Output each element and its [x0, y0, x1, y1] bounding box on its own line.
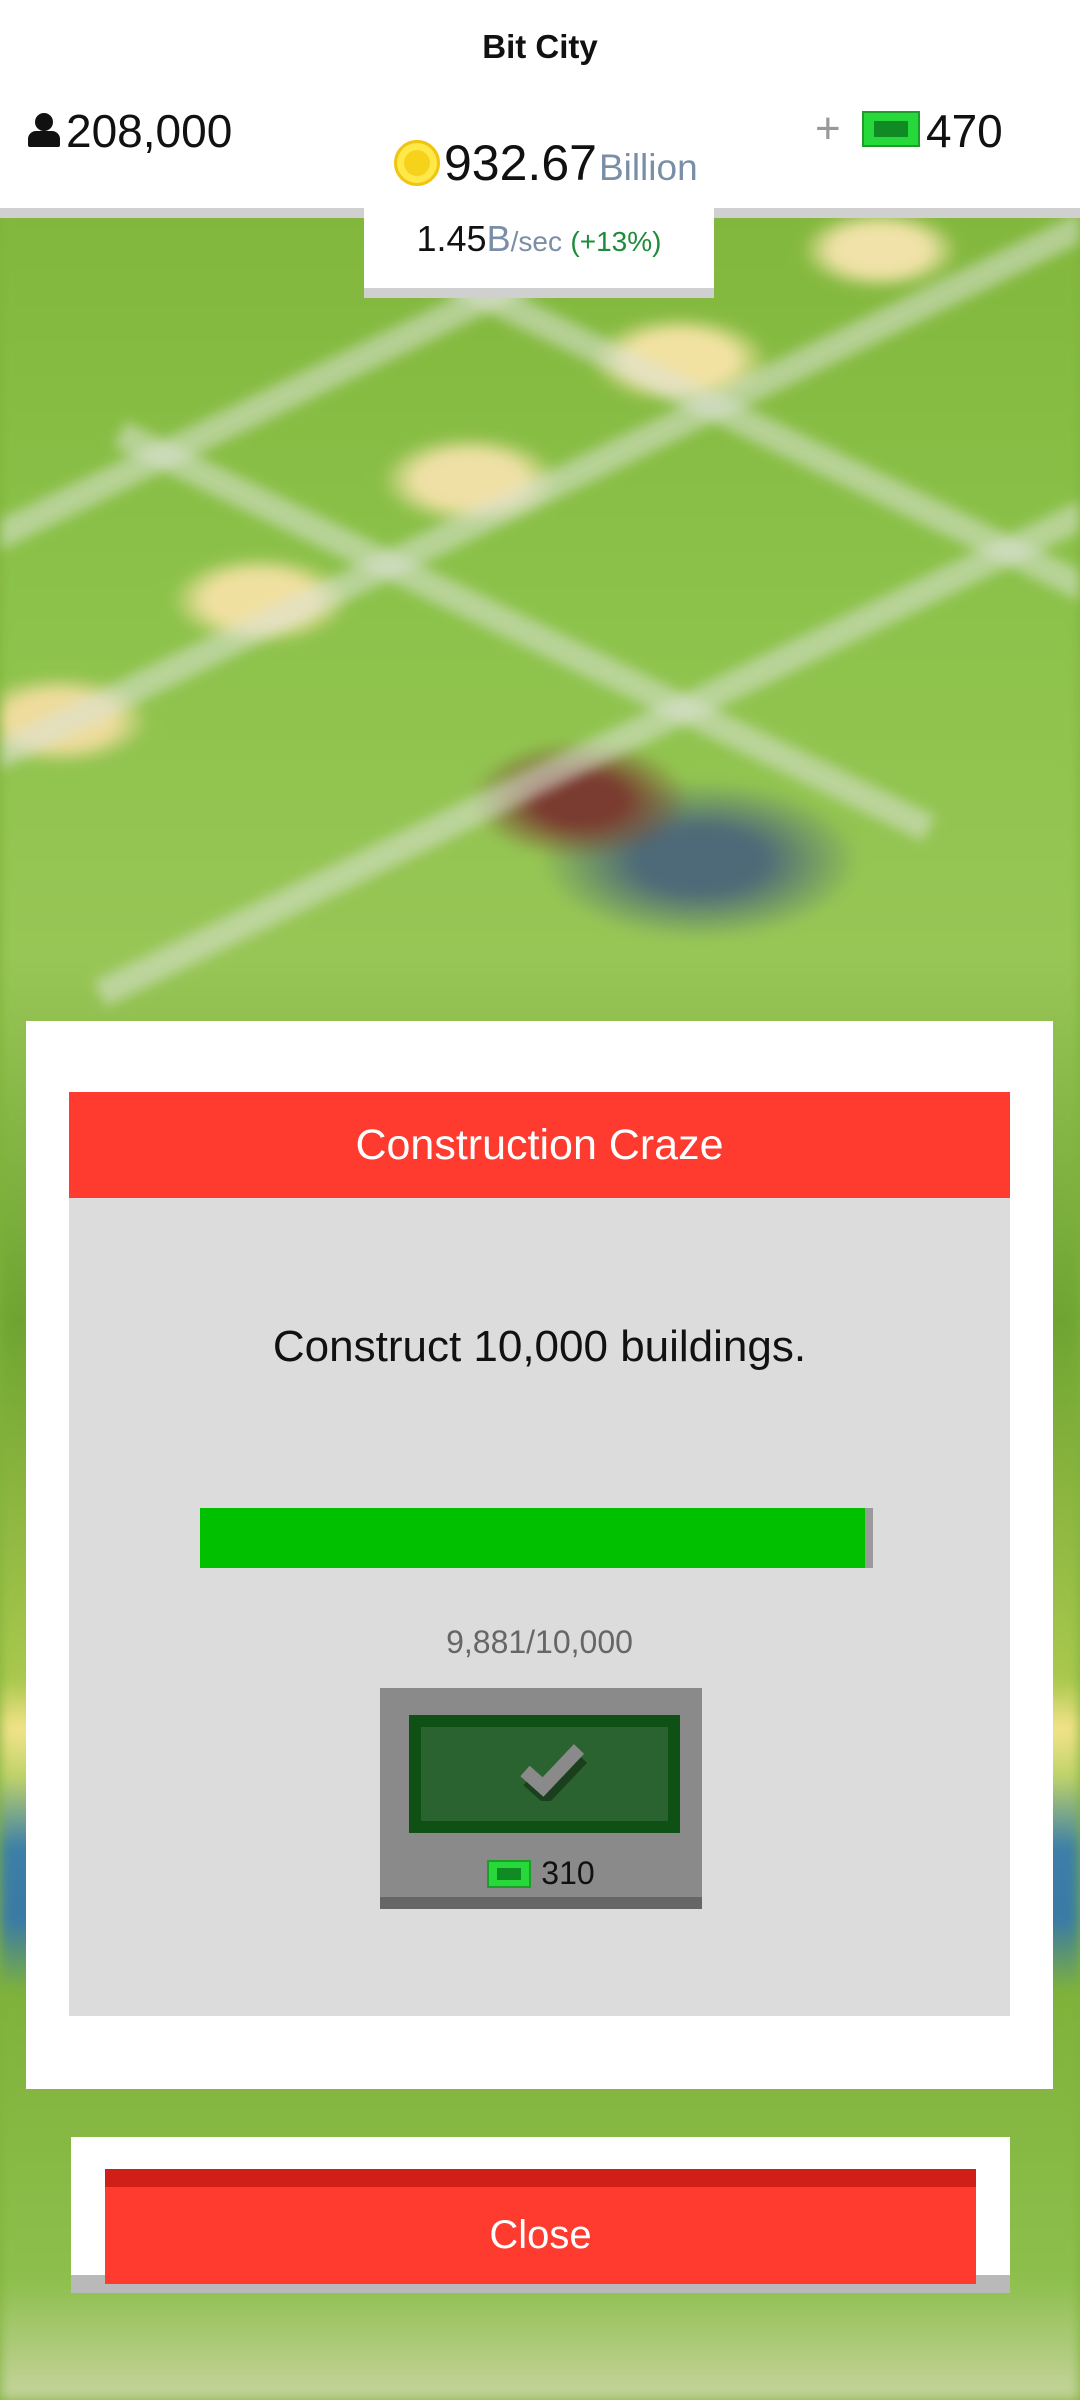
- rate-unit: B: [486, 218, 511, 259]
- achievement-description: Construct 10,000 buildings.: [272, 1322, 807, 1371]
- close-button[interactable]: Close: [105, 2169, 976, 2284]
- cash-value: 932.67: [444, 135, 597, 191]
- bucks-icon: [487, 1859, 532, 1888]
- population-value: 208,000: [66, 105, 233, 157]
- game-title: Bit City: [482, 28, 598, 65]
- progress-text: 9,881/10,000: [446, 1624, 633, 1660]
- close-panel: Close: [71, 2137, 1010, 2293]
- rate-bonus: (+13%): [570, 226, 662, 257]
- progress-bar: [200, 1508, 873, 1568]
- add-bucks-button[interactable]: +: [815, 104, 841, 154]
- achievement-card: Construction Craze Construct 10,000 buil…: [69, 1092, 1010, 2016]
- reward-amount: 310: [541, 1855, 595, 1891]
- income-rate: 1.45B/sec (+13%): [364, 218, 714, 260]
- bucks-icon: [862, 111, 920, 147]
- coin-icon: [394, 140, 440, 186]
- cash-unit: Billion: [598, 147, 698, 188]
- population-counter: 208,000: [26, 104, 232, 158]
- check-icon: [520, 1744, 587, 1801]
- cash-row: 932.67 Billion: [394, 134, 698, 192]
- progress-fill: [200, 1508, 865, 1568]
- claim-checkbox[interactable]: [409, 1715, 680, 1833]
- cash-panel: 932.67 Billion 1.45B/sec (+13%): [364, 120, 714, 298]
- reward: 310: [380, 1855, 702, 1892]
- rate-value: 1.45: [416, 218, 487, 259]
- rate-per: /sec: [510, 226, 562, 257]
- achievement-dialog: Construction Craze Construct 10,000 buil…: [26, 1021, 1053, 2089]
- claim-reward-button[interactable]: 310: [380, 1688, 702, 1909]
- person-icon: [26, 113, 62, 149]
- achievement-title: Construction Craze: [69, 1092, 1010, 1198]
- bucks-value: 470: [926, 105, 1003, 157]
